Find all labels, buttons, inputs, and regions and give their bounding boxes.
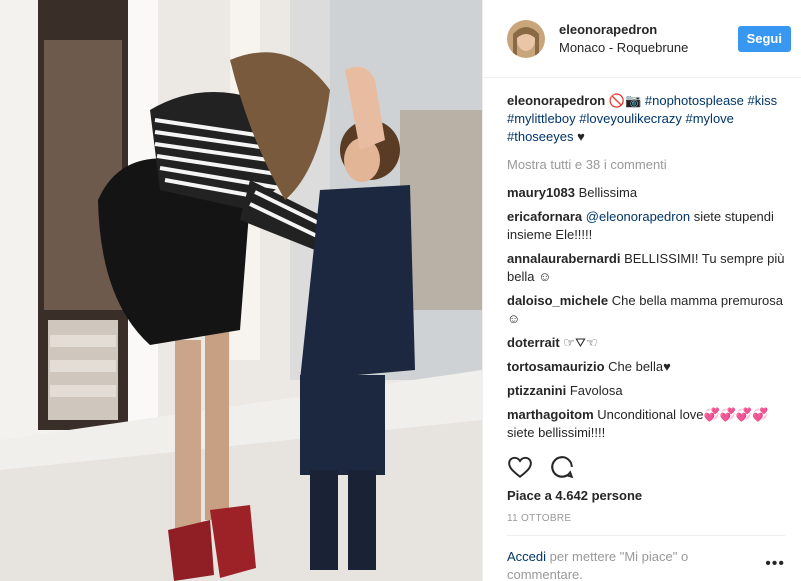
comment-username[interactable]: ericafornara	[507, 209, 582, 224]
hashtag-link[interactable]: #mylittleboy	[507, 111, 576, 126]
heart-emoji: ♥	[577, 129, 585, 144]
comment-username[interactable]: marthagoitom	[507, 407, 594, 422]
hashtag-link[interactable]: #loveyoulikecrazy	[579, 111, 682, 126]
ellipsis-icon[interactable]: •••	[765, 555, 785, 573]
follow-button[interactable]: Segui	[737, 25, 791, 52]
comment: maury1083 Bellissima	[507, 184, 785, 202]
divider	[507, 535, 785, 536]
hashtag-link[interactable]: #kiss	[748, 93, 778, 108]
show-all-comments-link[interactable]: Mostra tutti e 38 i commenti	[507, 156, 785, 174]
avatar[interactable]	[507, 19, 545, 58]
login-to-comment: Accedi per mettere "Mi piace" o commenta…	[507, 548, 757, 581]
caption: eleonorapedron 🚫📷 #nophotosplease #kiss …	[507, 92, 785, 146]
comment-username[interactable]: daloiso_michele	[507, 293, 608, 308]
comment: marthagoitom Unconditional love💞💞💞💞 siet…	[507, 406, 785, 442]
comment: ericafornara @eleonorapedron siete stupe…	[507, 208, 785, 244]
heart-outline-icon[interactable]	[507, 454, 533, 480]
photo-illustration	[0, 0, 482, 581]
post-actions	[507, 454, 575, 480]
post-dialog: eleonorapedron Monaco - Roquebrune Segui…	[0, 0, 801, 581]
comments-list: eleonorapedron 🚫📷 #nophotosplease #kiss …	[483, 78, 801, 442]
comment: doterrait ☞⛛☜	[507, 334, 785, 352]
caption-username[interactable]: eleonorapedron	[507, 93, 605, 108]
comment: tortosamaurizio Che bella♥	[507, 358, 785, 376]
comment-text: Bellissima	[578, 185, 638, 200]
hashtag-link[interactable]: #thoseeyes	[507, 129, 574, 144]
post-date: 11 OTTOBRE	[507, 513, 572, 524]
comment-username[interactable]: ptizzanini	[507, 383, 566, 398]
comment: annalaurabernardi BELLISSIMI! Tu sempre …	[507, 250, 785, 286]
comment-username[interactable]: maury1083	[507, 185, 575, 200]
post-header: eleonorapedron Monaco - Roquebrune Segui	[483, 0, 801, 78]
hashtag-link[interactable]: #nophotosplease	[645, 93, 744, 108]
comment-mention[interactable]: @eleonorapedron	[586, 209, 690, 224]
login-link[interactable]: Accedi	[507, 549, 546, 564]
comment-username[interactable]: tortosamaurizio	[507, 359, 605, 374]
speech-bubble-icon[interactable]	[549, 454, 575, 480]
hashtag-link[interactable]: #mylove	[686, 111, 734, 126]
post-photo[interactable]	[0, 0, 482, 581]
location-link[interactable]: Monaco - Roquebrune	[559, 39, 738, 57]
comment-username[interactable]: doterrait	[507, 335, 560, 350]
comment-username[interactable]: annalaurabernardi	[507, 251, 620, 266]
comment: ptizzanini Favolosa	[507, 382, 785, 400]
likes-count[interactable]: Piace a 4.642 persone	[507, 488, 642, 503]
header-username[interactable]: eleonorapedron	[559, 21, 738, 39]
caption-emoji: 🚫📷	[608, 93, 642, 108]
header-text: eleonorapedron Monaco - Roquebrune	[559, 21, 738, 57]
comment-text: Che bella♥	[608, 359, 671, 374]
comment-text: Favolosa	[569, 383, 623, 398]
comment-text: ☞⛛☜	[563, 335, 598, 350]
comment: daloiso_michele Che bella mamma premuros…	[507, 292, 785, 328]
post-sidebar: eleonorapedron Monaco - Roquebrune Segui…	[482, 0, 801, 581]
